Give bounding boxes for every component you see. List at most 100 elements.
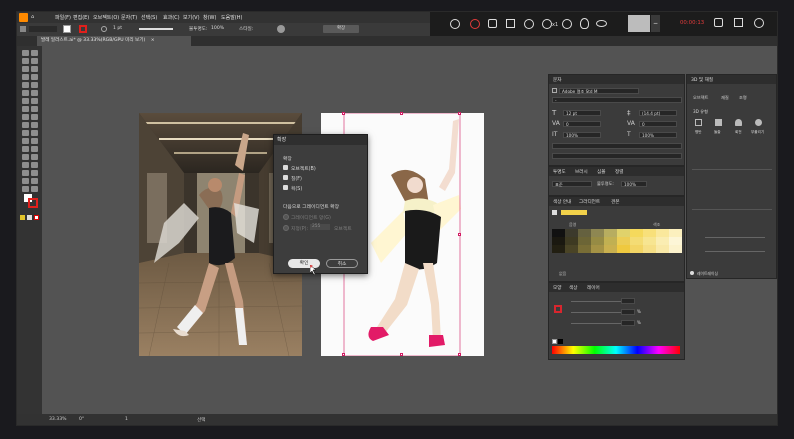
color-guide-swatch[interactable]: [604, 245, 617, 253]
status-angle[interactable]: 0°: [79, 417, 84, 422]
menu-edit[interactable]: 편집(E): [73, 14, 89, 21]
tool-button[interactable]: [22, 90, 29, 96]
tool-button[interactable]: [31, 146, 38, 152]
font-size-field[interactable]: 12 pt: [563, 110, 601, 116]
tool-button[interactable]: [22, 146, 29, 152]
selection-handle[interactable]: [342, 112, 345, 115]
tab-color[interactable]: 색상: [569, 285, 577, 291]
tool-button[interactable]: [31, 154, 38, 160]
object-checkbox[interactable]: [283, 165, 288, 170]
color-value-field[interactable]: [621, 298, 635, 304]
color-guide-swatch[interactable]: [591, 229, 604, 237]
object-type-field[interactable]: [29, 26, 57, 32]
tool-button[interactable]: [31, 66, 38, 72]
color-guide-swatch[interactable]: [591, 245, 604, 253]
blend-mode-field[interactable]: 표준: [552, 181, 592, 187]
tool-button[interactable]: [22, 154, 29, 160]
tool-button[interactable]: [31, 82, 38, 88]
color-guide-swatch[interactable]: [552, 245, 565, 253]
tool-button[interactable]: [31, 114, 38, 120]
color-guide-swatch[interactable]: [630, 237, 643, 245]
color-spectrum[interactable]: [552, 346, 680, 354]
color-guide-swatch[interactable]: [630, 229, 643, 237]
opacity-value[interactable]: 100%: [211, 26, 224, 31]
menu-object[interactable]: 오브젝트(O): [93, 14, 119, 21]
document-tab-close-icon[interactable]: ×: [151, 38, 155, 43]
color-panel-stroke-swatch[interactable]: [554, 305, 562, 313]
cancel-button[interactable]: 취소: [326, 259, 358, 268]
color-guide-swatch[interactable]: [565, 237, 578, 245]
home-icon[interactable]: ⌂: [31, 14, 34, 20]
tool-button[interactable]: [22, 178, 29, 184]
menu-file[interactable]: 파일(F): [55, 14, 71, 21]
transparency-opacity-field[interactable]: 100%: [621, 181, 647, 187]
selection-handle[interactable]: [458, 112, 461, 115]
tool-button[interactable]: [22, 170, 29, 176]
vertical-scale-field[interactable]: 100%: [563, 132, 601, 138]
color-guide-swatch[interactable]: [643, 237, 656, 245]
color-guide-swatch[interactable]: [617, 237, 630, 245]
tab-lighting[interactable]: 조명: [739, 95, 747, 101]
stroke-color-swatch[interactable]: [28, 198, 38, 208]
menu-effect[interactable]: 효과(C): [163, 14, 180, 21]
color-guide-swatch[interactable]: [565, 229, 578, 237]
color-guide-swatch[interactable]: [630, 245, 643, 253]
zoom-out-icon[interactable]: [542, 19, 552, 29]
tab-material[interactable]: 재질: [721, 95, 729, 101]
settings-icon[interactable]: [754, 18, 764, 28]
color-value-field[interactable]: [621, 309, 635, 315]
tool-button[interactable]: [31, 106, 38, 112]
tab-appearance[interactable]: 모양: [553, 285, 561, 291]
tab-swatches[interactable]: 견본: [611, 199, 619, 205]
status-zoom[interactable]: 33.33%: [49, 417, 67, 422]
color-guide-swatch[interactable]: [565, 245, 578, 253]
zoom-in-icon[interactable]: [524, 19, 534, 29]
color-guide-swatch[interactable]: [656, 245, 669, 253]
tool-button[interactable]: [31, 58, 38, 64]
tool-button[interactable]: [31, 130, 38, 136]
tool-button[interactable]: [22, 162, 29, 168]
menu-view[interactable]: 보기(V): [183, 14, 200, 21]
tool-button[interactable]: [31, 186, 38, 192]
fill-checkbox[interactable]: [283, 175, 288, 180]
share-icon[interactable]: [714, 18, 723, 27]
baseline-field[interactable]: [552, 143, 682, 149]
color-guide-swatch[interactable]: [669, 237, 682, 245]
black-swatch[interactable]: [558, 339, 563, 344]
none-mode-icon[interactable]: [34, 215, 39, 220]
color-guide-swatch[interactable]: [643, 229, 656, 237]
tool-button[interactable]: [22, 66, 29, 72]
color-guide-swatch[interactable]: [656, 229, 669, 237]
tool-button[interactable]: [22, 82, 29, 88]
selection-handle[interactable]: [458, 353, 461, 356]
tool-button[interactable]: [31, 122, 38, 128]
draw-icon[interactable]: [506, 19, 515, 28]
revolve-icon[interactable]: [735, 119, 742, 126]
status-page[interactable]: 1: [125, 417, 128, 422]
tool-button[interactable]: [22, 138, 29, 144]
tool-button[interactable]: [22, 106, 29, 112]
selection-handle[interactable]: [400, 112, 403, 115]
tool-button[interactable]: [31, 170, 38, 176]
gradient-mode-icon[interactable]: [27, 215, 32, 220]
document-tab[interactable]: 발레 일러스트.ai* @ 33.33%(RGB/GPU 미리 보기) ×: [37, 36, 191, 46]
tab-symbols[interactable]: 심볼: [597, 169, 605, 175]
selection-handle[interactable]: [458, 233, 461, 236]
tool-button[interactable]: [22, 122, 29, 128]
slider-track[interactable]: [705, 237, 765, 238]
tool-button[interactable]: [31, 98, 38, 104]
color-guide-swatch[interactable]: [578, 229, 591, 237]
selection-handle[interactable]: [400, 353, 403, 356]
tool-button[interactable]: [31, 138, 38, 144]
extrude-icon[interactable]: [715, 119, 722, 126]
plane-icon[interactable]: [695, 119, 702, 126]
color-value-field[interactable]: [621, 320, 635, 326]
cursor-icon[interactable]: [562, 19, 572, 29]
leading-field[interactable]: (14.4 pt): [639, 110, 677, 116]
tool-button[interactable]: [22, 98, 29, 104]
tab-object[interactable]: 오브젝트: [693, 95, 708, 101]
color-guide-swatch[interactable]: [656, 237, 669, 245]
raytracing-icon[interactable]: [690, 271, 694, 275]
color-guide-grid[interactable]: [552, 229, 682, 253]
tool-button[interactable]: [31, 178, 38, 184]
